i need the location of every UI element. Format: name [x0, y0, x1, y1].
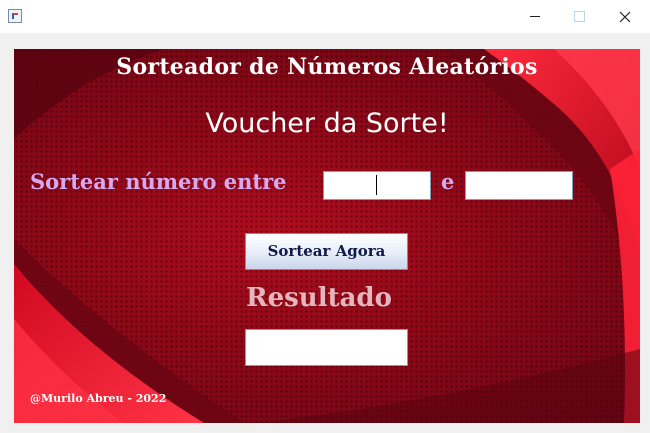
maximize-button[interactable] — [556, 0, 602, 33]
min-number-input[interactable] — [323, 171, 431, 200]
max-number-input[interactable] — [465, 171, 573, 200]
background-panel: Sorteador de Números Aleatórios Voucher … — [14, 49, 640, 423]
result-label: Resultado — [246, 283, 392, 313]
footer-credit: @Murilo Abreu - 2022 — [30, 392, 167, 405]
range-label: Sortear número entre — [30, 169, 287, 194]
maximize-icon — [573, 11, 585, 22]
minimize-icon — [530, 16, 540, 17]
window-titlebar — [0, 0, 650, 33]
draw-now-button[interactable]: Sortear Agora — [245, 233, 408, 270]
close-icon — [619, 11, 631, 22]
voucher-heading: Voucher da Sorte! — [205, 108, 449, 139]
app-title: Sorteador de Números Aleatórios — [116, 54, 538, 80]
minimize-button[interactable] — [512, 0, 558, 33]
text-caret — [376, 175, 377, 195]
java-icon — [8, 9, 22, 23]
close-button[interactable] — [602, 0, 648, 33]
result-field[interactable] — [245, 329, 408, 366]
and-label: e — [441, 169, 455, 194]
